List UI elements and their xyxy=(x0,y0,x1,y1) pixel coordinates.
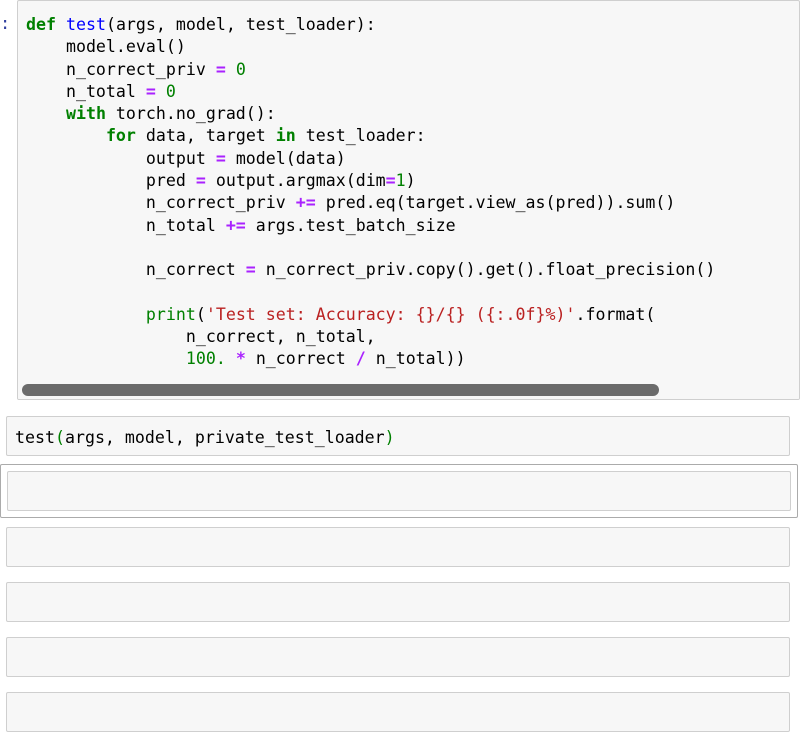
code-line-1: test(args, model, private_test_loader) xyxy=(15,428,395,447)
code-line-1: def test(args, model, test_loader): xyxy=(26,15,376,34)
selected-cell[interactable] xyxy=(0,464,798,518)
empty-code-cell[interactable] xyxy=(6,637,790,677)
empty-code-cell[interactable] xyxy=(6,692,790,732)
code-line-2: model.eval() xyxy=(26,37,186,57)
horizontal-scrollbar[interactable] xyxy=(18,379,799,399)
empty-code-cell[interactable] xyxy=(6,582,790,622)
code-line-8: pred = output.argmax(dim=1) xyxy=(26,171,416,191)
scrollbar-thumb[interactable] xyxy=(22,384,659,396)
code-line-4: n_total = 0 xyxy=(26,81,176,101)
code-line-15: n_correct, n_total, xyxy=(26,327,376,347)
code-line-16: 100. * n_correct / n_total)) xyxy=(185,349,466,369)
code-editor[interactable]: def test(args, model, test_loader): mode… xyxy=(26,14,715,371)
code-line-12: n_correct = n_correct_priv.copy().get().… xyxy=(26,260,716,280)
code-line-9: n_correct_priv += pred.eq(target.view_as… xyxy=(26,193,676,213)
code-line-14: print('Test set: Accuracy: {}/{} ({:.0f}… xyxy=(145,304,656,324)
code-line-3: n_correct_priv = 0 xyxy=(26,59,246,79)
cell-prompt: : xyxy=(0,14,11,34)
empty-code-cell[interactable] xyxy=(6,527,790,567)
code-line-10: n_total += args.test_batch_size xyxy=(26,215,456,235)
code-line-5: with torch.no_grad(): xyxy=(65,104,276,124)
empty-code-cell[interactable] xyxy=(7,471,791,511)
code-line-6: for data, target in test_loader: xyxy=(105,126,426,146)
code-cell-run-test[interactable]: test(args, model, private_test_loader) xyxy=(6,416,790,456)
code-cell-test-function[interactable]: def test(args, model, test_loader): mode… xyxy=(17,0,800,400)
code-editor[interactable]: test(args, model, private_test_loader) xyxy=(15,427,395,449)
code-line-7: output = model(data) xyxy=(26,148,346,168)
